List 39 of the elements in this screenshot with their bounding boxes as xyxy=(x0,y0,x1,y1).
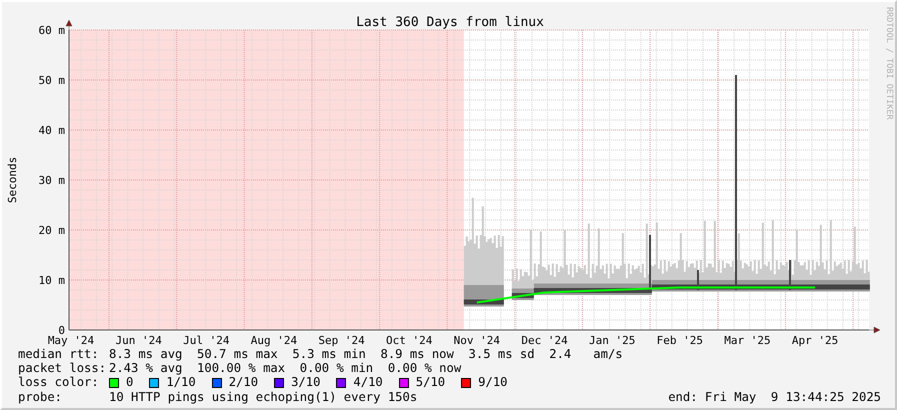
legend-stats: 8.3 ms avg 50.7 ms max 5.3 ms min 8.9 ms now 3.5 ms sd 2.4 am/s xyxy=(109,347,623,362)
legend-label: probe: xyxy=(18,390,64,404)
x-tick-label: Dec '24 xyxy=(521,334,568,347)
credit-text: RRDTOOL / TOBI OETIKER xyxy=(884,7,894,120)
legend-stats: 2.43 % avg 100.00 % max 0.00 % min 0.00 % now xyxy=(109,361,462,376)
x-tick-label: Sep '24 xyxy=(318,334,365,347)
legend-label: packet loss: xyxy=(18,361,108,376)
loss-color-label: 3/10 xyxy=(291,375,320,390)
x-tick-label: Aug '24 xyxy=(250,334,298,347)
x-tick-label: Oct '24 xyxy=(386,334,432,347)
y-tick-label: 50 m xyxy=(38,74,65,87)
loss-color-label: 9/10 xyxy=(478,375,508,390)
x-tick-label: May '24 xyxy=(48,334,94,347)
y-tick-label: 10 m xyxy=(38,274,65,287)
loss-color-label: 4/10 xyxy=(353,375,383,390)
x-tick-label: Jul '24 xyxy=(183,334,230,347)
x-tick-label: Jan '25 xyxy=(588,334,636,347)
chart-title: Last 360 Days from linux xyxy=(356,15,544,30)
arrowhead-icon xyxy=(868,326,880,334)
y-tick-label: 0 xyxy=(58,324,65,337)
y-axis-label: Seconds xyxy=(6,156,19,204)
x-tick-label: Nov '24 xyxy=(454,334,500,347)
loss-color-label: 2/10 xyxy=(228,375,258,390)
y-tick-label: 40 m xyxy=(38,124,65,137)
arrowhead-icon xyxy=(66,20,72,30)
probe-text: 10 HTTP pings using echoping(1) every 150s xyxy=(109,390,418,404)
x-tick-label: Apr '25 xyxy=(792,334,838,347)
end-time: end: Fri May 9 13:44:25 2025 xyxy=(668,390,881,404)
legend-label: loss color: xyxy=(18,375,100,390)
y-tick-label: 30 m xyxy=(38,174,65,187)
loss-color-label: 0 xyxy=(126,375,134,390)
loss-color-label: 1/10 xyxy=(166,375,196,390)
y-tick-label: 20 m xyxy=(38,224,65,237)
legend-label: median rtt: xyxy=(18,347,100,362)
y-tick-label: 60 m xyxy=(38,24,65,37)
x-tick-label: Feb '25 xyxy=(656,334,703,347)
loss-color-label: 5/10 xyxy=(416,375,446,390)
x-tick-label: Mar '25 xyxy=(724,334,771,347)
x-tick-label: Jun '24 xyxy=(115,334,162,347)
